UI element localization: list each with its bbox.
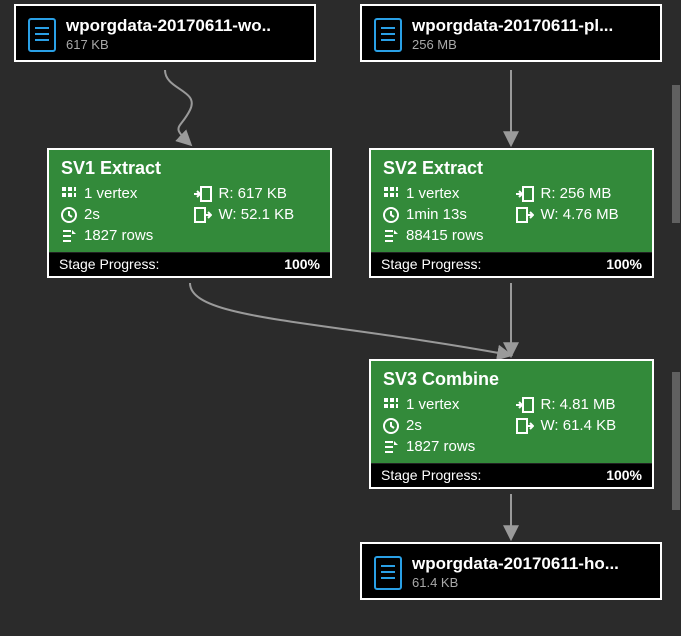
stat-time: 2s [61, 206, 186, 223]
stage-title: SV1 Extract [61, 158, 318, 179]
document-icon [374, 556, 402, 590]
stat-vertex: 1 vertex [383, 396, 508, 413]
rows-icon [383, 439, 399, 455]
job-graph-canvas[interactable]: wporgdata-20170611-wo.. 617 KB wporgdata… [0, 0, 681, 636]
write-icon [516, 207, 534, 223]
file-name: wporgdata-20170611-ho... [412, 554, 619, 574]
stat-write: W: 61.4 KB [516, 417, 641, 434]
stat-rows: 88415 rows [383, 227, 640, 244]
grid-icon [383, 397, 399, 413]
read-icon [516, 186, 534, 202]
stage-progress: Stage Progress: 100% [49, 252, 330, 276]
file-node-input2[interactable]: wporgdata-20170611-pl... 256 MB [360, 4, 662, 62]
stat-read: R: 256 MB [516, 185, 641, 202]
rows-icon [61, 228, 77, 244]
clock-icon [383, 418, 399, 434]
file-size: 256 MB [412, 37, 613, 52]
stat-time: 2s [383, 417, 508, 434]
file-node-output[interactable]: wporgdata-20170611-ho... 61.4 KB [360, 542, 662, 600]
stat-time: 1min 13s [383, 206, 508, 223]
stat-rows: 1827 rows [61, 227, 318, 244]
file-size: 61.4 KB [412, 575, 619, 590]
scrollbar-thumb[interactable] [672, 85, 680, 223]
grid-icon [61, 186, 77, 202]
stage-title: SV2 Extract [383, 158, 640, 179]
stat-read: R: 617 KB [194, 185, 319, 202]
stat-rows: 1827 rows [383, 438, 640, 455]
stage-title: SV3 Combine [383, 369, 640, 390]
read-icon [194, 186, 212, 202]
stage-progress: Stage Progress: 100% [371, 463, 652, 487]
file-name: wporgdata-20170611-pl... [412, 16, 613, 36]
stat-write: W: 52.1 KB [194, 206, 319, 223]
write-icon [516, 418, 534, 434]
file-node-input1[interactable]: wporgdata-20170611-wo.. 617 KB [14, 4, 316, 62]
edges-layer [0, 0, 681, 636]
stage-node-sv3[interactable]: SV3 Combine 1 vertex R: 4.81 MB 2s W: 61… [369, 359, 654, 489]
stat-vertex: 1 vertex [383, 185, 508, 202]
file-size: 617 KB [66, 37, 271, 52]
clock-icon [61, 207, 77, 223]
stage-progress: Stage Progress: 100% [371, 252, 652, 276]
file-name: wporgdata-20170611-wo.. [66, 16, 271, 36]
rows-icon [383, 228, 399, 244]
stat-read: R: 4.81 MB [516, 396, 641, 413]
stage-node-sv1[interactable]: SV1 Extract 1 vertex R: 617 KB 2s W: 52.… [47, 148, 332, 278]
document-icon [28, 18, 56, 52]
clock-icon [383, 207, 399, 223]
write-icon [194, 207, 212, 223]
stage-node-sv2[interactable]: SV2 Extract 1 vertex R: 256 MB 1min 13s … [369, 148, 654, 278]
grid-icon [383, 186, 399, 202]
scrollbar-thumb[interactable] [672, 372, 680, 510]
stat-vertex: 1 vertex [61, 185, 186, 202]
document-icon [374, 18, 402, 52]
stat-write: W: 4.76 MB [516, 206, 641, 223]
read-icon [516, 397, 534, 413]
